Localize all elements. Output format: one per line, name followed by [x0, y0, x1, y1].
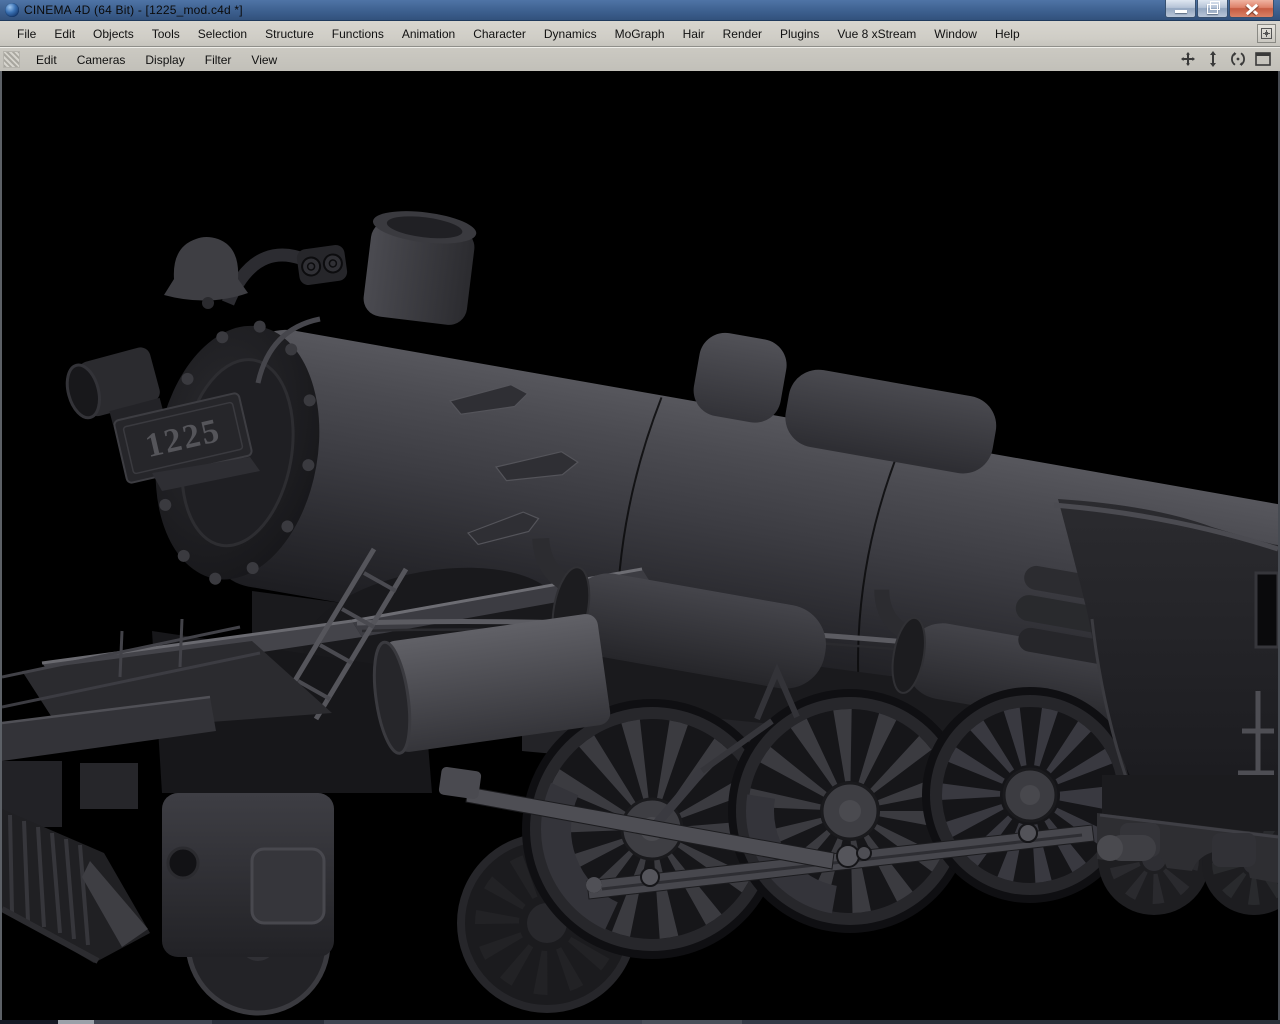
- vp-menu-filter[interactable]: Filter: [195, 50, 242, 70]
- camera-rotate-icon[interactable]: [1229, 50, 1247, 68]
- dynamo: [296, 244, 348, 286]
- bottom-border: [0, 1020, 1280, 1024]
- close-button[interactable]: [1229, 0, 1274, 18]
- bottom-border-segment: [642, 1020, 742, 1024]
- cinema4d-app-icon[interactable]: [5, 3, 19, 17]
- locomotive-render: ​ 1225: [2, 71, 1278, 1019]
- vp-menu-display[interactable]: Display: [135, 50, 194, 70]
- close-icon: [1246, 4, 1258, 14]
- menu-fold-icon[interactable]: [1257, 24, 1276, 43]
- menu-help[interactable]: Help: [986, 24, 1029, 44]
- menu-objects[interactable]: Objects: [84, 24, 143, 44]
- menu-hair[interactable]: Hair: [674, 24, 714, 44]
- cinema4d-window: CINEMA 4D (64 Bit) - [1225_mod.c4d *] Fi…: [0, 0, 1280, 1024]
- camera-pan-icon[interactable]: [1179, 50, 1197, 68]
- menu-edit[interactable]: Edit: [45, 24, 84, 44]
- cylinder-block: [162, 793, 334, 957]
- main-menu-bar: File Edit Objects Tools Selection Struct…: [0, 21, 1280, 47]
- vp-menu-edit[interactable]: Edit: [26, 50, 67, 70]
- viewport-3d[interactable]: ​ 1225: [0, 71, 1280, 1020]
- viewport-toolbar: Edit Cameras Display Filter View: [0, 47, 1280, 71]
- menu-animation[interactable]: Animation: [393, 24, 464, 44]
- bottom-border-segment: [94, 1020, 212, 1024]
- restore-button[interactable]: [1197, 0, 1228, 18]
- menu-selection[interactable]: Selection: [189, 24, 256, 44]
- menu-vue8xstream[interactable]: Vue 8 xStream: [828, 24, 925, 44]
- bottom-border-segment: [324, 1020, 642, 1024]
- smoke-stack: [363, 211, 477, 325]
- menu-plugins[interactable]: Plugins: [771, 24, 828, 44]
- toolbar-grip[interactable]: [3, 51, 20, 68]
- camera-zoom-icon[interactable]: [1204, 50, 1222, 68]
- menu-structure[interactable]: Structure: [256, 24, 323, 44]
- vp-menu-cameras[interactable]: Cameras: [67, 50, 136, 70]
- menu-mograph[interactable]: MoGraph: [606, 24, 674, 44]
- menu-character[interactable]: Character: [464, 24, 535, 44]
- toggle-view-icon[interactable]: [1254, 50, 1272, 68]
- bottom-border-segment: [850, 1020, 1280, 1024]
- menu-functions[interactable]: Functions: [323, 24, 393, 44]
- bottom-border-segment: [742, 1020, 850, 1024]
- vp-menu-view[interactable]: View: [241, 50, 287, 70]
- menu-window[interactable]: Window: [925, 24, 986, 44]
- menu-render[interactable]: Render: [714, 24, 771, 44]
- menu-tools[interactable]: Tools: [143, 24, 189, 44]
- window-controls: [1164, 0, 1274, 19]
- menu-dynamics[interactable]: Dynamics: [535, 24, 606, 44]
- menu-file[interactable]: File: [8, 24, 45, 44]
- minimize-icon: [1174, 10, 1187, 13]
- restore-icon: [1207, 0, 1220, 14]
- minimize-button[interactable]: [1165, 0, 1196, 18]
- cab-window: [1254, 571, 1278, 649]
- window-title: CINEMA 4D (64 Bit) - [1225_mod.c4d *]: [24, 3, 243, 17]
- title-bar[interactable]: CINEMA 4D (64 Bit) - [1225_mod.c4d *]: [0, 0, 1280, 21]
- bottom-border-segment: [58, 1020, 94, 1024]
- bottom-border-segment: [212, 1020, 324, 1024]
